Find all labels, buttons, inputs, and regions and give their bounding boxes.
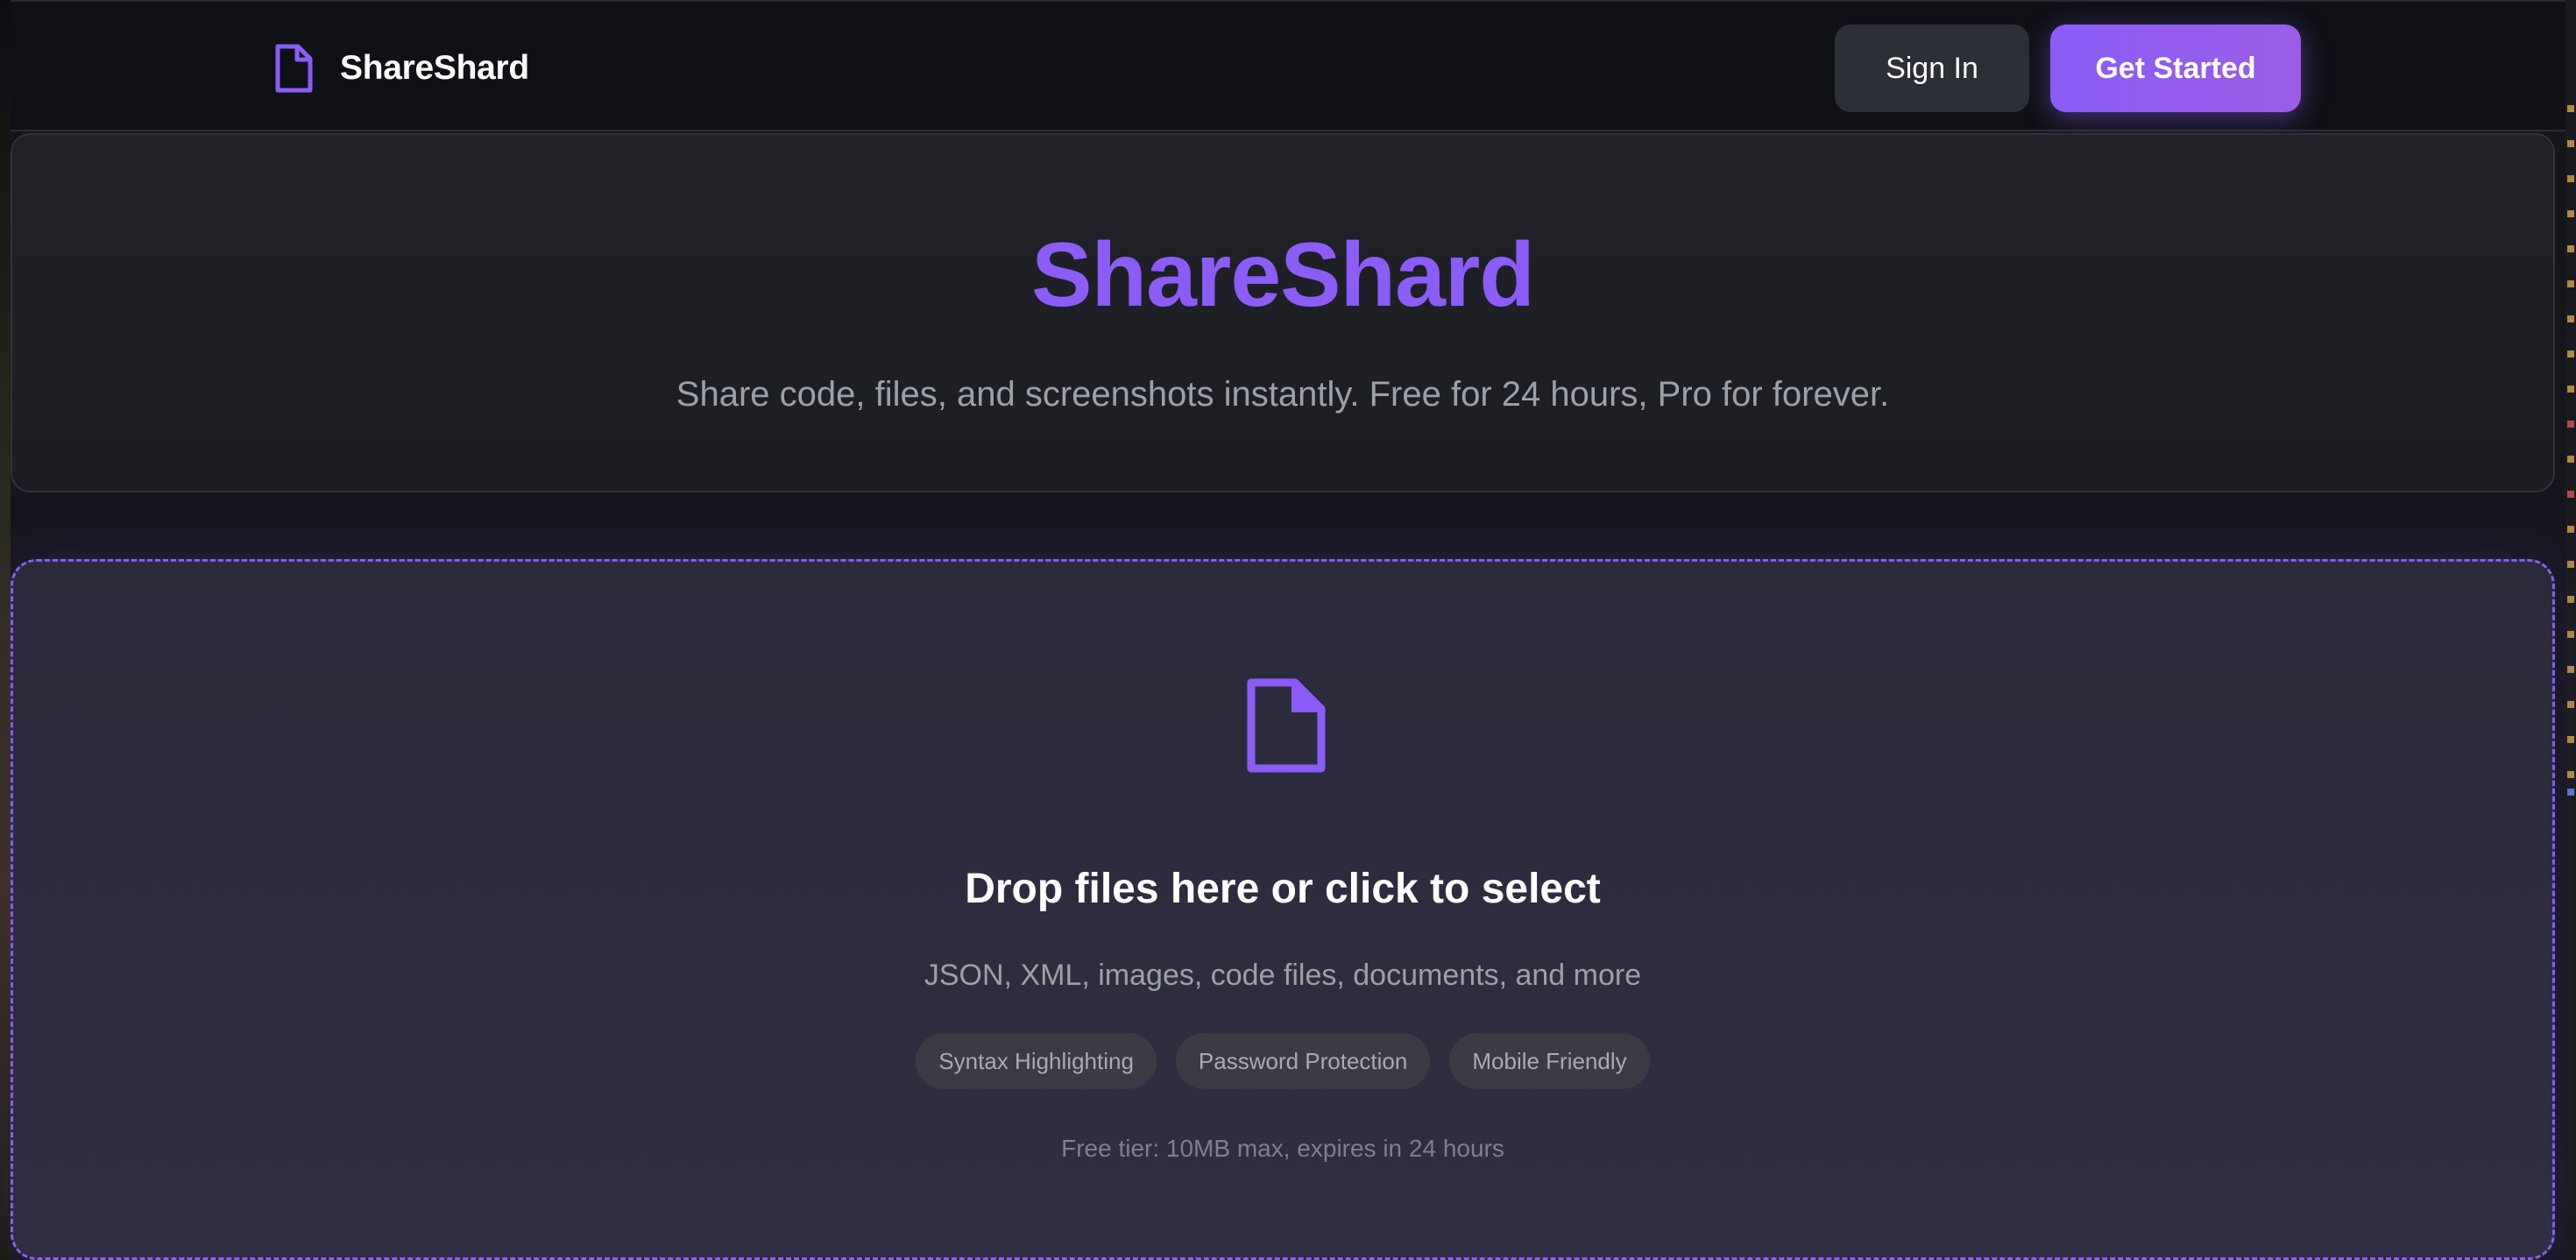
- file-icon: [275, 44, 313, 93]
- file-dropzone[interactable]: Drop files here or click to select JSON,…: [11, 559, 2555, 1260]
- tag-mobile-friendly: Mobile Friendly: [1449, 1033, 1650, 1089]
- brand[interactable]: ShareShard: [273, 40, 529, 96]
- page: ShareShard Sign In Get Started ShareShar…: [0, 0, 2576, 1260]
- hero-title: ShareShard: [1031, 224, 1535, 326]
- top-navbar: ShareShard Sign In Get Started: [11, 0, 2565, 131]
- hero-card: ShareShard Share code, files, and screen…: [11, 133, 2555, 492]
- tag-password-protection: Password Protection: [1175, 1033, 1431, 1089]
- brand-name: ShareShard: [340, 49, 529, 87]
- sign-in-button[interactable]: Sign In: [1835, 25, 2029, 112]
- window-edge-left: [0, 0, 11, 1260]
- hero-subtitle: Share code, files, and screenshots insta…: [676, 375, 1890, 414]
- dropzone-subtitle: JSON, XML, images, code files, documents…: [924, 959, 1642, 992]
- window-edge-right: [2565, 0, 2576, 1260]
- tag-syntax-highlighting: Syntax Highlighting: [916, 1033, 1157, 1089]
- get-started-button[interactable]: Get Started: [2050, 25, 2301, 112]
- free-tier-note: Free tier: 10MB max, expires in 24 hours: [1061, 1135, 1504, 1162]
- feature-tags: Syntax Highlighting Password Protection …: [13, 1033, 2552, 1089]
- file-icon: [1247, 678, 1326, 773]
- dropzone-title: Drop files here or click to select: [965, 866, 1601, 912]
